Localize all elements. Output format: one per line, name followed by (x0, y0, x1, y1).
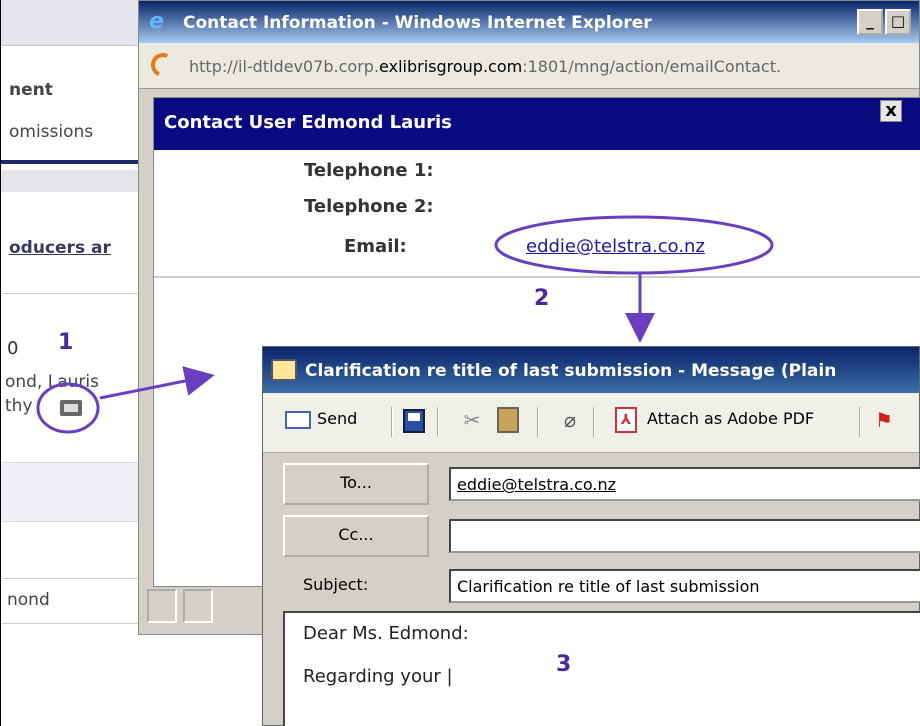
send-button[interactable]: Send (317, 409, 357, 428)
ie-window-title: Contact Information - Windows Internet E… (183, 13, 652, 33)
ie-titlebar[interactable]: e Contact Information - Windows Internet… (139, 1, 919, 43)
pdf-icon[interactable]: ⅄ (615, 407, 637, 433)
to-recipient[interactable]: eddie@telstra.co.nz (457, 475, 616, 494)
message-window: Clarification re title of last submissio… (262, 346, 920, 726)
producers-link[interactable]: oducers ar (9, 238, 111, 258)
save-icon[interactable] (403, 409, 425, 433)
contact-name-line2: thy (5, 396, 33, 416)
email-link[interactable]: eddie@telstra.co.nz (526, 236, 705, 257)
background-tab-submissions[interactable]: omissions (9, 122, 93, 142)
page-loading-icon (147, 49, 179, 81)
flag-icon[interactable]: ⚑ (871, 407, 897, 433)
telephone2-label: Telephone 2: (304, 196, 434, 217)
divider (154, 276, 920, 278)
address-url[interactable]: http://il-dtldev07b.corp.exlibrisgroup.c… (189, 57, 781, 76)
message-icon (271, 359, 297, 381)
toolbar-separator (859, 407, 861, 437)
paperclip-icon[interactable]: ⌀ (557, 407, 583, 433)
background-header-bar (1, 0, 151, 46)
subject-label: Subject: (303, 575, 369, 594)
step-2-label: 2 (534, 286, 550, 311)
attach-as-pdf-button[interactable]: Attach as Adobe PDF (647, 409, 814, 428)
cc-button[interactable]: Cc... (283, 515, 429, 557)
background-grey-band (1, 170, 141, 192)
background-count: 0 (7, 338, 19, 359)
url-suffix: :1801/mng/action/emailContact. (522, 57, 782, 76)
cut-icon[interactable]: ✂ (459, 407, 485, 433)
contact-name-line1: ond, Lauris (5, 372, 100, 392)
url-domain: exlibrisgroup.com (379, 57, 523, 76)
telephone1-label: Telephone 1: (304, 160, 434, 181)
tab-underline (1, 160, 141, 164)
message-toolbar: Send ✂ ⌀ ⅄ Attach as Adobe PDF ⚑ (263, 393, 919, 453)
ie-status-bar (147, 589, 267, 627)
ie-address-bar[interactable]: http://il-dtldev07b.corp.exlibrisgroup.c… (139, 43, 919, 89)
contact-user-title: Contact User Edmond Lauris (164, 112, 452, 133)
contact-card-icon[interactable] (60, 400, 82, 416)
minimize-button[interactable]: _ (857, 9, 883, 35)
toolbar-separator (391, 407, 393, 437)
maximize-button[interactable]: □ (885, 9, 911, 35)
to-button[interactable]: To... (283, 463, 429, 505)
body-text: Regarding your | (303, 666, 453, 687)
subject-field[interactable]: Clarification re title of last submissio… (449, 569, 920, 603)
send-icon[interactable] (285, 411, 311, 429)
contact-header: Contact User Edmond Lauris x (154, 98, 920, 150)
ie-logo-icon: e (149, 9, 164, 34)
body-greeting: Dear Ms. Edmond: (303, 623, 469, 644)
cc-field[interactable] (449, 519, 920, 553)
message-body[interactable]: Dear Ms. Edmond: Regarding your | (283, 611, 920, 726)
step-3-label: 3 (556, 652, 572, 677)
background-name-cell: nond (7, 590, 50, 610)
step-1-label: 1 (58, 330, 74, 355)
background-highlight-band (1, 462, 141, 522)
url-prefix: http://il-dtldev07b.corp. (189, 57, 380, 76)
message-window-title: Clarification re title of last submissio… (305, 361, 837, 381)
email-label: Email: (344, 236, 407, 257)
background-nav-text: nent (9, 80, 53, 100)
message-titlebar[interactable]: Clarification re title of last submissio… (263, 347, 919, 393)
toolbar-separator (437, 407, 439, 437)
toolbar-separator (537, 407, 539, 437)
toolbar-separator (593, 407, 595, 437)
paste-icon[interactable] (497, 407, 519, 433)
close-button[interactable]: x (880, 100, 902, 122)
to-field[interactable]: eddie@telstra.co.nz (449, 467, 920, 501)
